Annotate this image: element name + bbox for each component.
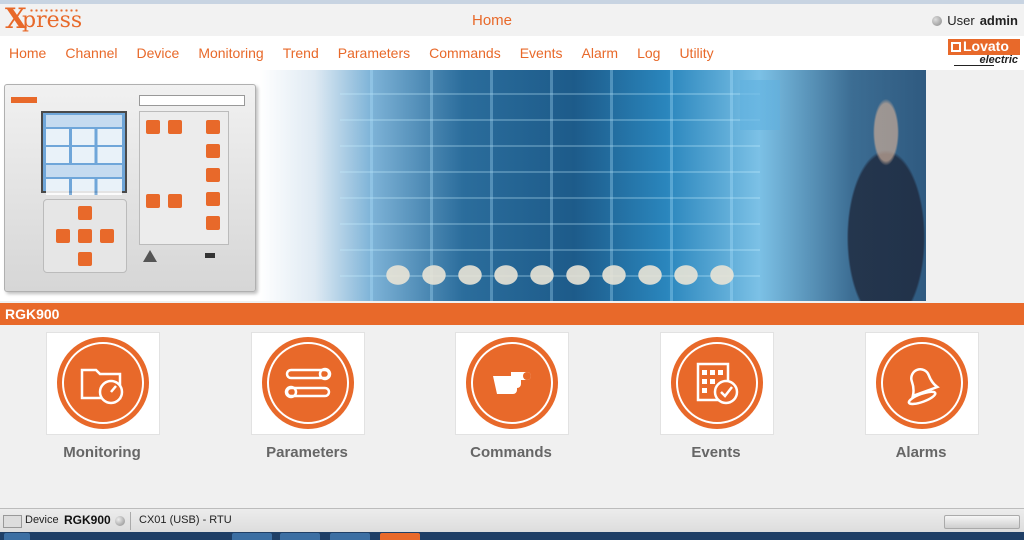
device-usb-port xyxy=(205,253,215,258)
tile-alarms-label[interactable]: Alarms xyxy=(841,444,1001,461)
device-label-strip xyxy=(139,95,245,106)
calendar-clock-icon xyxy=(696,362,739,405)
status-scroll-handle[interactable] xyxy=(944,515,1020,529)
status-connection-icon xyxy=(115,516,125,526)
user-area: User admin xyxy=(932,13,1018,28)
nav-utility[interactable]: Utility xyxy=(679,36,713,70)
nav-log[interactable]: Log xyxy=(637,36,660,70)
device-lcd-display xyxy=(41,111,127,195)
banner-right-filler xyxy=(926,70,1024,301)
user-status-icon xyxy=(932,15,943,26)
nav-home[interactable]: Home xyxy=(9,36,46,70)
banner-paper-rolls xyxy=(380,260,740,290)
nav-parameters[interactable]: Parameters xyxy=(338,36,410,70)
os-taskbar xyxy=(0,532,1024,540)
device-brand-mark xyxy=(11,97,37,103)
nav-events[interactable]: Events xyxy=(520,36,563,70)
device-panel-image xyxy=(4,84,256,292)
device-section-title: RGK900 xyxy=(5,306,60,322)
device-control-buttons xyxy=(139,111,229,245)
user-name[interactable]: admin xyxy=(980,13,1018,28)
monitoring-gauge-icon xyxy=(80,368,124,405)
nav-channel[interactable]: Channel xyxy=(65,36,117,70)
pointing-hand-icon xyxy=(493,372,531,394)
nav-trend[interactable]: Trend xyxy=(283,36,319,70)
nav-device[interactable]: Device xyxy=(137,36,180,70)
status-device-name: RGK900 xyxy=(64,513,111,527)
tile-commands[interactable] xyxy=(455,332,569,435)
tile-alarms[interactable] xyxy=(865,332,979,435)
tile-commands-label[interactable]: Commands xyxy=(431,444,591,461)
banner-operator xyxy=(820,90,926,301)
tile-parameters[interactable] xyxy=(251,332,365,435)
tile-events-label[interactable]: Events xyxy=(636,444,796,461)
tile-monitoring[interactable] xyxy=(46,332,160,435)
tile-events[interactable] xyxy=(660,332,774,435)
nav-monitoring[interactable]: Monitoring xyxy=(198,36,263,70)
device-warning-icon xyxy=(143,250,157,262)
status-bar: Device RGK900 CX01 (USB) - RTU xyxy=(0,508,1024,533)
lovato-logo-word: Lovato xyxy=(963,38,1009,54)
main-nav: Home Channel Device Monitoring Trend Par… xyxy=(0,36,1024,70)
status-separator xyxy=(130,512,131,530)
bell-icon xyxy=(907,368,940,406)
device-keypad xyxy=(43,199,127,273)
device-section-bar: RGK900 xyxy=(0,303,1024,325)
nav-commands[interactable]: Commands xyxy=(429,36,501,70)
tile-parameters-label[interactable]: Parameters xyxy=(227,444,387,461)
tile-monitoring-label[interactable]: Monitoring xyxy=(22,444,182,461)
page-title: Home xyxy=(471,12,512,29)
status-device-label: Device xyxy=(25,514,59,526)
lovato-logo: Lovato electric xyxy=(948,38,1020,67)
status-connection: CX01 (USB) - RTU xyxy=(139,514,232,526)
user-label: User xyxy=(947,13,975,28)
lovato-logo-mark xyxy=(951,42,961,52)
status-device-button[interactable] xyxy=(3,515,22,528)
lovato-logo-underline xyxy=(954,65,994,66)
tools-icon xyxy=(284,367,332,399)
hero-banner xyxy=(0,70,926,301)
header: X press Home User admin xyxy=(0,2,1024,36)
nav-alarm[interactable]: Alarm xyxy=(582,36,619,70)
